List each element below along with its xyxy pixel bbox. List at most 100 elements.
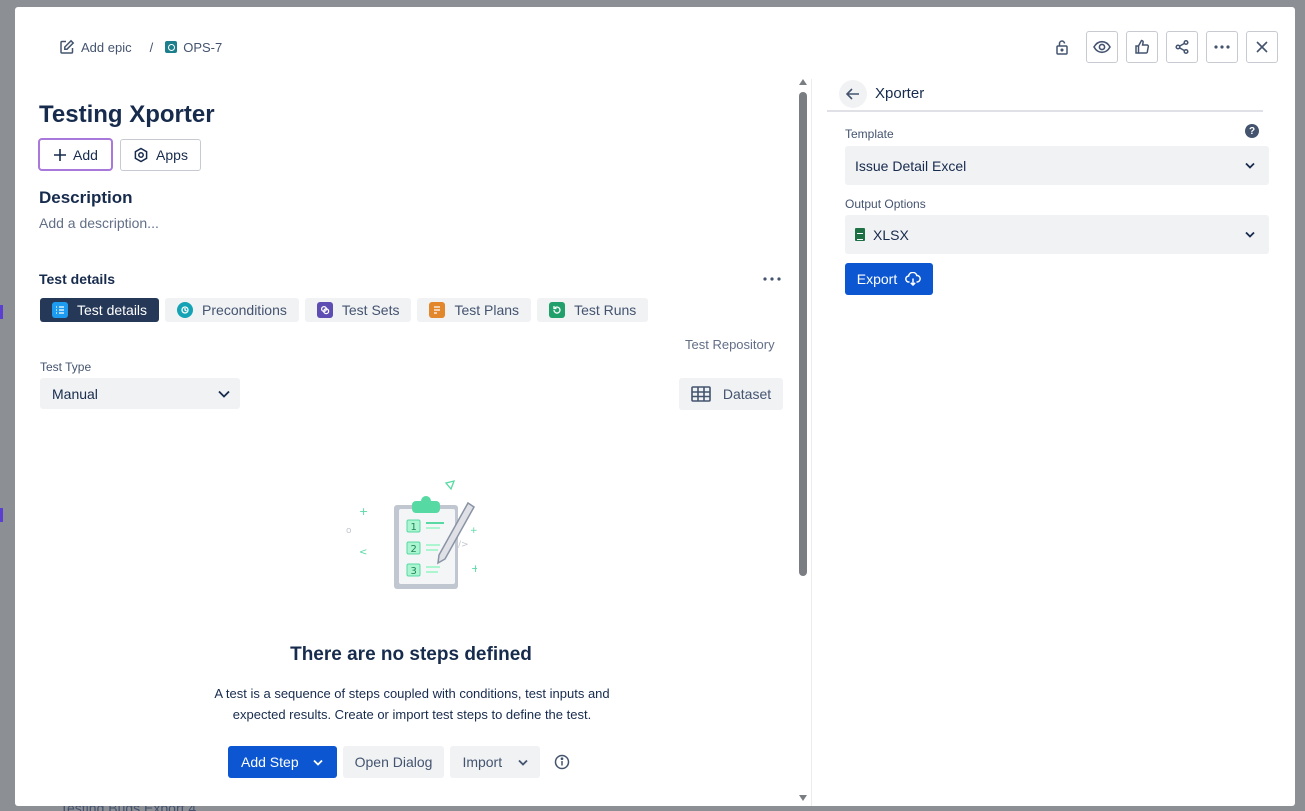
list-icon bbox=[52, 302, 68, 318]
svg-text:+: + bbox=[359, 505, 368, 518]
tab-label: Test Runs bbox=[574, 302, 637, 318]
eye-icon bbox=[1093, 40, 1111, 54]
description-placeholder[interactable]: Add a description... bbox=[39, 215, 159, 231]
chevron-down-icon bbox=[1245, 231, 1255, 238]
apps-hexagon-icon bbox=[133, 147, 149, 163]
issue-modal: Add epic / OPS-7 Testing Xporter Add App… bbox=[15, 7, 1295, 806]
chevron-down-icon bbox=[518, 759, 528, 766]
test-plan-icon bbox=[429, 302, 446, 318]
unlock-icon bbox=[1054, 39, 1070, 55]
issue-actions bbox=[1046, 31, 1278, 63]
tab-test-plans[interactable]: Test Plans bbox=[417, 298, 532, 322]
scroll-up-arrow[interactable] bbox=[799, 79, 807, 85]
test-repository-link[interactable]: Test Repository bbox=[685, 337, 775, 352]
xporter-title: Xporter bbox=[875, 85, 925, 102]
tab-test-details[interactable]: Test details bbox=[40, 298, 160, 322]
import-label: Import bbox=[462, 754, 503, 770]
chevron-down-icon bbox=[218, 390, 230, 398]
issue-key: OPS-7 bbox=[183, 39, 223, 55]
empty-state-description: A test is a sequence of steps coupled wi… bbox=[189, 683, 635, 725]
tab-label: Test details bbox=[77, 302, 148, 318]
watch-button[interactable] bbox=[1086, 31, 1118, 63]
test-details-more-button[interactable] bbox=[761, 271, 783, 287]
close-button[interactable] bbox=[1246, 31, 1278, 63]
dataset-button-label: Dataset bbox=[722, 386, 772, 402]
svg-text:+: + bbox=[470, 526, 477, 536]
empty-state-line: A test is a sequence of steps coupled wi… bbox=[214, 686, 610, 701]
illustration-digit: 3 bbox=[411, 566, 417, 577]
plus-icon bbox=[53, 148, 67, 162]
apps-button[interactable]: Apps bbox=[120, 139, 201, 171]
svg-text:+: + bbox=[471, 562, 477, 575]
vote-button[interactable] bbox=[1126, 31, 1158, 63]
test-tabs: Test details Preconditions Test Sets Tes… bbox=[40, 298, 649, 322]
illustration-lt-glyph: < bbox=[359, 547, 367, 558]
clipboard-illustration: o + < /> + + 1 2 3 bbox=[342, 475, 480, 595]
open-dialog-button[interactable]: Open Dialog bbox=[342, 746, 445, 778]
panel-divider bbox=[811, 79, 812, 806]
test-run-icon bbox=[549, 302, 566, 318]
tab-label: Test Sets bbox=[341, 302, 400, 318]
more-horizontal-icon bbox=[1214, 45, 1230, 49]
export-label: Export bbox=[856, 271, 898, 287]
output-options-select[interactable]: XLSX bbox=[845, 215, 1269, 254]
breadcrumb-separator: / bbox=[149, 39, 154, 55]
scroll-down-arrow[interactable] bbox=[799, 795, 807, 801]
description-heading: Description bbox=[39, 188, 133, 207]
precondition-icon bbox=[177, 302, 194, 318]
add-step-button[interactable]: Add Step bbox=[228, 746, 337, 778]
scrollbar-thumb[interactable] bbox=[799, 92, 807, 576]
breadcrumb: Add epic / OPS-7 bbox=[59, 37, 222, 57]
share-icon bbox=[1174, 39, 1190, 55]
more-actions-button[interactable] bbox=[1206, 31, 1238, 63]
edit-icon bbox=[59, 39, 75, 55]
open-dialog-label: Open Dialog bbox=[354, 754, 433, 770]
info-icon bbox=[554, 754, 570, 770]
tab-label: Test Plans bbox=[454, 302, 520, 318]
step-actions: Add Step Open Dialog Import bbox=[228, 746, 578, 778]
test-type-value: Manual bbox=[52, 385, 98, 402]
import-button[interactable]: Import bbox=[450, 746, 541, 778]
lock-button[interactable] bbox=[1046, 31, 1078, 63]
tab-preconditions[interactable]: Preconditions bbox=[165, 298, 299, 322]
help-icon[interactable]: ? bbox=[1245, 124, 1259, 138]
panel-header-divider bbox=[827, 110, 1263, 112]
tab-test-sets[interactable]: Test Sets bbox=[304, 298, 412, 322]
issue-key-link[interactable]: OPS-7 bbox=[165, 40, 222, 55]
template-label: Template bbox=[845, 127, 894, 141]
issue-title[interactable]: Testing Xporter bbox=[39, 101, 215, 129]
tab-test-runs[interactable]: Test Runs bbox=[537, 298, 649, 322]
test-set-icon bbox=[316, 302, 333, 318]
empty-state-line: expected results. Create or import test … bbox=[232, 707, 592, 722]
empty-state-heading: There are no steps defined bbox=[290, 644, 532, 665]
illustration-code-glyph: /> bbox=[458, 540, 469, 550]
background-marker bbox=[0, 305, 3, 319]
background-marker bbox=[0, 508, 3, 522]
tab-label: Preconditions bbox=[202, 302, 287, 318]
chevron-down-icon[interactable] bbox=[312, 759, 337, 766]
more-horizontal-icon bbox=[763, 277, 781, 281]
template-value: Issue Detail Excel bbox=[855, 157, 967, 174]
template-select[interactable]: Issue Detail Excel bbox=[845, 146, 1269, 185]
apps-button-label: Apps bbox=[156, 147, 188, 163]
back-button[interactable] bbox=[839, 80, 867, 108]
svg-text:o: o bbox=[346, 526, 352, 536]
table-icon bbox=[691, 386, 711, 402]
output-options-label: Output Options bbox=[845, 197, 926, 211]
illustration-digit: 1 bbox=[411, 522, 417, 533]
output-value: XLSX bbox=[873, 226, 909, 243]
thumbs-up-icon bbox=[1134, 39, 1150, 55]
export-button[interactable]: Export bbox=[845, 263, 933, 295]
test-details-heading: Test details bbox=[39, 271, 115, 287]
add-button-label: Add bbox=[73, 146, 98, 163]
cloud-download-icon bbox=[905, 272, 922, 286]
add-button[interactable]: Add bbox=[38, 138, 113, 171]
excel-file-icon bbox=[855, 228, 865, 241]
share-button[interactable] bbox=[1166, 31, 1198, 63]
close-icon bbox=[1255, 40, 1269, 54]
test-type-label: Test Type bbox=[40, 360, 92, 374]
add-epic-link[interactable]: Add epic bbox=[59, 39, 132, 55]
dataset-button[interactable]: Dataset bbox=[679, 378, 783, 410]
test-type-select[interactable]: Manual bbox=[40, 378, 240, 409]
info-button[interactable] bbox=[546, 746, 578, 778]
